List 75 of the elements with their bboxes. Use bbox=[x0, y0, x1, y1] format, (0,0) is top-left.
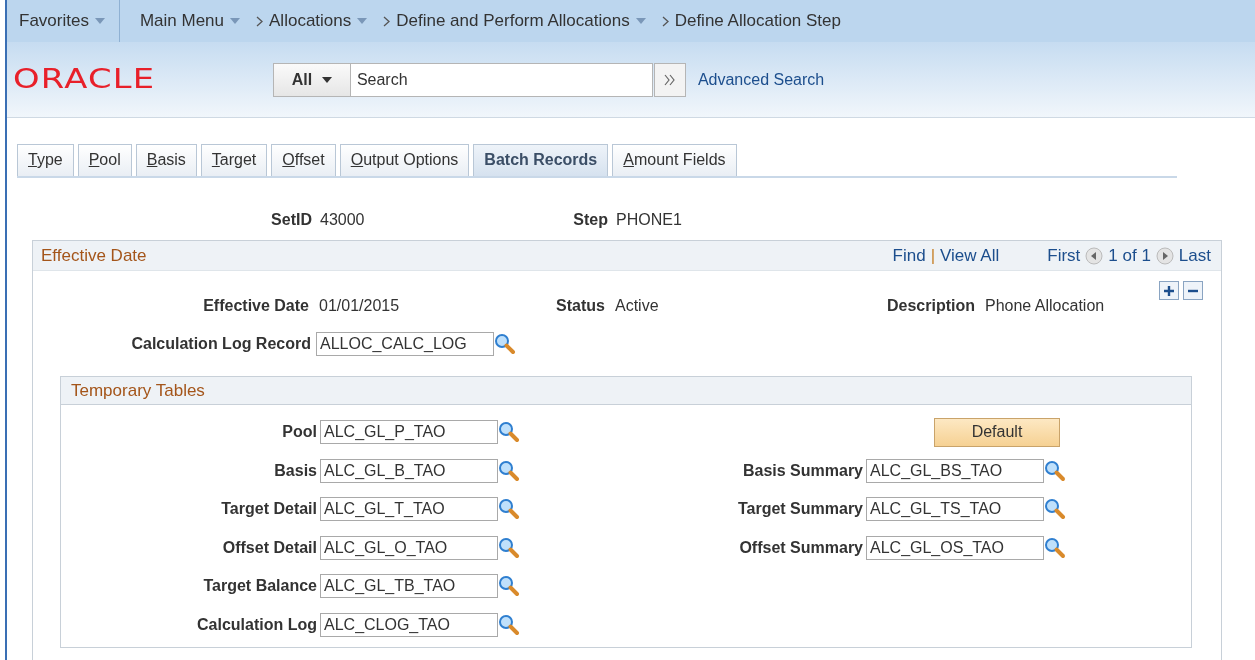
input-field[interactable]: ALC_GL_TS_TAO bbox=[866, 497, 1044, 522]
chevron-icon bbox=[256, 15, 264, 27]
delete-row-button[interactable] bbox=[1183, 281, 1203, 300]
default-button[interactable]: Default bbox=[934, 417, 1060, 447]
input-field[interactable]: ALC_GL_O_TAO bbox=[320, 535, 498, 560]
search-icon[interactable] bbox=[1044, 536, 1066, 559]
add-row-button[interactable] bbox=[1159, 281, 1179, 300]
search-icon[interactable] bbox=[1044, 459, 1066, 482]
field-label: Step bbox=[572, 210, 608, 230]
field-label: Offset Summary bbox=[738, 537, 863, 558]
tab[interactable]: Offset bbox=[271, 144, 336, 176]
field-value: 43000 bbox=[320, 210, 366, 230]
grid-link[interactable]: Find bbox=[892, 242, 926, 269]
section-title: Temporary Tables bbox=[71, 379, 205, 402]
field-label: Status bbox=[555, 296, 605, 316]
input-field[interactable]: ALC_GL_BS_TAO bbox=[866, 458, 1044, 483]
search-icon[interactable] bbox=[498, 575, 520, 598]
field-label: Target Balance bbox=[202, 576, 317, 597]
input-field[interactable]: ALC_GL_B_TAO bbox=[320, 458, 498, 483]
tab[interactable]: Output Options bbox=[339, 144, 470, 176]
field-label: Description bbox=[886, 296, 975, 316]
caret-icon bbox=[322, 76, 333, 83]
breadcrumb-link[interactable]: Main Menu bbox=[139, 8, 225, 34]
chevron-icon bbox=[383, 15, 391, 27]
search-icon[interactable] bbox=[498, 613, 520, 636]
field-label: Effective Date bbox=[202, 296, 309, 316]
search-go-button[interactable] bbox=[653, 62, 686, 97]
breadcrumb-link[interactable]: Define Allocation Step bbox=[674, 8, 841, 34]
field-label: Basis Summary bbox=[741, 460, 863, 481]
breadcrumb-link[interactable]: Allocations bbox=[269, 8, 352, 34]
tab[interactable]: Batch Records bbox=[473, 144, 609, 176]
tab[interactable]: Basis bbox=[135, 144, 197, 176]
tab[interactable]: Amount Fields bbox=[612, 144, 737, 176]
field-label: Calculation Log bbox=[196, 614, 317, 635]
field-value: PHONE1 bbox=[616, 210, 683, 230]
search-icon[interactable] bbox=[498, 536, 520, 559]
tab[interactable]: Pool bbox=[77, 144, 132, 176]
field-value: Active bbox=[615, 296, 660, 316]
input-field[interactable]: ALC_GL_TB_TAO bbox=[320, 574, 498, 599]
search-icon[interactable] bbox=[494, 333, 516, 355]
breadcrumb-link[interactable]: Favorites bbox=[19, 8, 89, 34]
field-label: Basis bbox=[273, 460, 317, 481]
advanced-search-link[interactable]: Advanced Search bbox=[697, 67, 825, 92]
search-field[interactable]: Search bbox=[350, 62, 653, 97]
separator: | bbox=[930, 244, 936, 267]
search-icon[interactable] bbox=[498, 459, 520, 482]
input-field[interactable]: ALC_GL_T_TAO bbox=[320, 497, 498, 522]
previous-icon[interactable] bbox=[1085, 246, 1104, 265]
tab[interactable]: Type bbox=[17, 144, 74, 176]
search-icon[interactable] bbox=[498, 421, 520, 444]
field-value: Phone Allocation bbox=[985, 296, 1106, 316]
logo: ORACLE bbox=[13, 62, 156, 97]
field-label: Pool bbox=[281, 422, 317, 443]
input-field[interactable]: ALC_CLOG_TAO bbox=[320, 612, 498, 637]
field-label: SetID bbox=[270, 210, 312, 230]
field-label: Offset Detail bbox=[221, 537, 317, 558]
search-icon[interactable] bbox=[498, 498, 520, 521]
chevron-icon bbox=[661, 15, 669, 27]
section-title: Effective Date bbox=[41, 244, 147, 267]
double-chevron-icon bbox=[663, 73, 676, 86]
input-field[interactable]: ALLOC_CALC_LOG bbox=[316, 332, 494, 356]
grid-link[interactable]: View All bbox=[940, 242, 1000, 269]
search-icon[interactable] bbox=[1044, 498, 1066, 521]
scope-dropdown[interactable]: All bbox=[272, 62, 351, 97]
field-label: Calculation Log Record bbox=[130, 334, 311, 354]
plus-icon bbox=[1163, 284, 1175, 297]
page-count: 1 of 1 bbox=[1108, 244, 1151, 267]
field-label: Target Detail bbox=[220, 499, 317, 520]
breadcrumb-link[interactable]: Define and Perform Allocations bbox=[396, 8, 630, 34]
field-label: Target Summary bbox=[736, 499, 863, 520]
tab[interactable]: Target bbox=[200, 144, 268, 176]
input-field[interactable]: ALC_GL_P_TAO bbox=[320, 420, 498, 445]
field-value: 01/01/2015 bbox=[319, 296, 401, 316]
input-field[interactable]: ALC_GL_OS_TAO bbox=[866, 535, 1044, 560]
next-icon[interactable] bbox=[1155, 246, 1174, 265]
